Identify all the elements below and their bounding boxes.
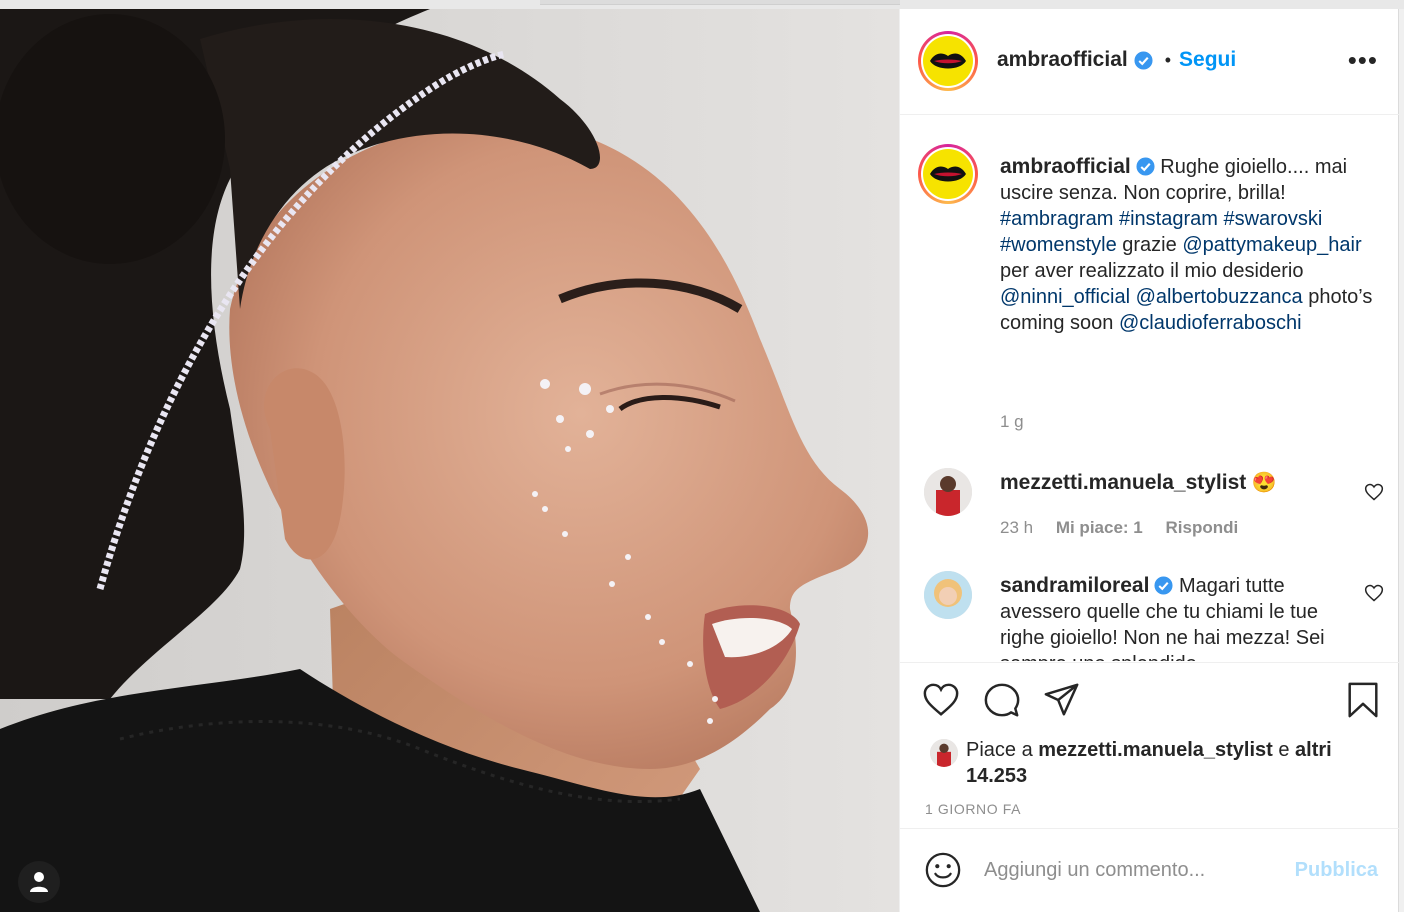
caption-time[interactable]: 1 g bbox=[1000, 412, 1024, 432]
hashtag-link[interactable]: #ambragram bbox=[1000, 208, 1113, 230]
caption-text: grazie bbox=[1116, 234, 1183, 256]
mention-link[interactable]: @albertobuzzanca bbox=[1136, 286, 1303, 308]
commenter-avatar[interactable] bbox=[924, 468, 972, 516]
tab-edge bbox=[540, 0, 900, 5]
likes-summary: Piace a mezzetti.manuela_stylist e altri… bbox=[930, 737, 1370, 789]
caption-username[interactable]: ambraofficial bbox=[1000, 155, 1131, 178]
hashtag-link[interactable]: #swarovski bbox=[1223, 208, 1322, 230]
comment-time[interactable]: 23 h bbox=[1000, 518, 1033, 537]
portrait-image bbox=[0, 9, 899, 912]
verified-badge-icon bbox=[1154, 576, 1173, 595]
comments-list[interactable]: ambraofficial Rughe gioiello.... mai usc… bbox=[900, 116, 1400, 661]
separator-dot: • bbox=[1164, 49, 1172, 70]
mention-link[interactable]: @pattymakeup_hair bbox=[1182, 234, 1361, 256]
heart-icon[interactable] bbox=[1364, 482, 1384, 502]
comment-text: 😍 bbox=[1246, 472, 1277, 494]
person-icon bbox=[30, 872, 48, 892]
tagged-user-button[interactable] bbox=[18, 861, 60, 903]
hashtag-link[interactable]: #womenstyle bbox=[1000, 234, 1117, 256]
bookmark-icon[interactable] bbox=[1344, 681, 1382, 719]
send-icon[interactable] bbox=[1043, 681, 1081, 719]
post-actions: Piace a mezzetti.manuela_stylist e altri… bbox=[900, 662, 1400, 828]
commenter-avatar[interactable] bbox=[924, 571, 972, 619]
post-header: ambraofficial • Segui ••• bbox=[900, 9, 1400, 115]
mention-link[interactable]: @ninni_official bbox=[1000, 286, 1130, 308]
heart-icon[interactable] bbox=[922, 681, 960, 719]
avatar-image bbox=[924, 468, 972, 516]
comment-input[interactable] bbox=[984, 851, 1274, 889]
header-username[interactable]: ambraofficial bbox=[997, 48, 1128, 72]
post-date[interactable]: 1 GIORNO FA bbox=[925, 801, 1021, 817]
verified-badge-icon bbox=[1134, 50, 1153, 70]
liker-username[interactable]: mezzetti.manuela_stylist bbox=[1038, 739, 1273, 761]
liker-avatar[interactable] bbox=[930, 739, 958, 767]
reply-button[interactable]: Rispondi bbox=[1165, 518, 1238, 537]
post-side-panel: ambraofficial • Segui ••• ambraofficial … bbox=[899, 9, 1400, 912]
post-caption: ambraofficial Rughe gioiello.... mai usc… bbox=[1000, 154, 1388, 336]
comment-icon[interactable] bbox=[983, 681, 1021, 719]
add-comment-bar: Pubblica bbox=[900, 828, 1400, 912]
hashtag-link[interactable]: #instagram bbox=[1119, 208, 1218, 230]
heart-icon[interactable] bbox=[1364, 583, 1384, 603]
comment-likes[interactable]: Mi piace: 1 bbox=[1056, 518, 1143, 537]
avatar-image bbox=[924, 571, 972, 619]
follow-button[interactable]: Segui bbox=[1179, 48, 1236, 72]
profile-avatar[interactable] bbox=[918, 31, 978, 91]
commenter-username[interactable]: mezzetti.manuela_stylist bbox=[1000, 471, 1246, 494]
lips-logo-icon bbox=[930, 166, 966, 182]
avatar-image bbox=[930, 739, 958, 767]
commenter-username[interactable]: sandramiloreal bbox=[1000, 574, 1149, 597]
smiley-icon[interactable] bbox=[924, 851, 962, 889]
post-photo[interactable] bbox=[0, 9, 899, 912]
publish-button[interactable]: Pubblica bbox=[1295, 859, 1378, 882]
browser-top-strip bbox=[0, 0, 1404, 9]
mention-link[interactable]: @claudioferraboschi bbox=[1119, 312, 1302, 334]
likes-prefix: Piace a bbox=[966, 739, 1039, 761]
verified-badge-icon bbox=[1136, 157, 1155, 176]
more-options-icon[interactable]: ••• bbox=[1348, 47, 1378, 73]
likes-mid: e bbox=[1272, 739, 1296, 761]
lips-logo-icon bbox=[930, 53, 966, 69]
caption-text: per aver realizzato il mio desiderio bbox=[1000, 260, 1304, 282]
right-gutter bbox=[1399, 9, 1404, 912]
caption-avatar[interactable] bbox=[918, 144, 978, 204]
